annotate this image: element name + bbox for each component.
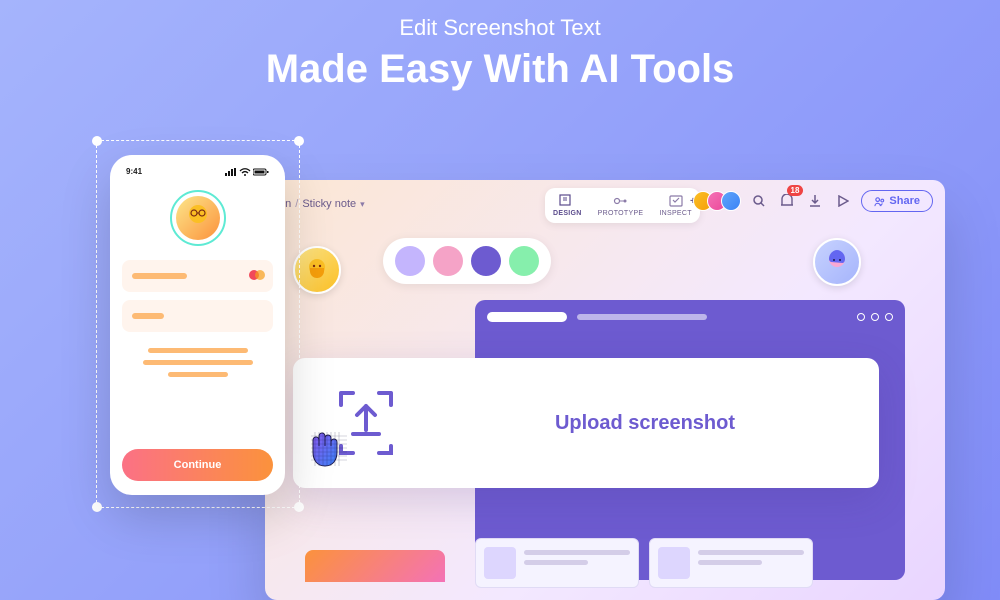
breadcrumb[interactable]: on / Sticky note ▾ [279,198,365,210]
user-avatar-purple[interactable] [813,238,861,286]
card-thumbnail [484,547,516,579]
download-icon[interactable] [805,191,825,211]
upload-arrow-icon [353,406,379,434]
phone-status-bar: 9:41 [122,165,273,184]
color-swatch[interactable] [509,246,539,276]
phone-time: 9:41 [126,167,142,176]
upload-screenshot-card[interactable]: Upload screenshot [293,358,879,488]
phone-status-icons [225,168,269,176]
input-field[interactable] [122,300,273,332]
bottom-card-row [475,538,813,588]
play-icon[interactable] [833,191,853,211]
description-placeholder [122,348,273,377]
window-dot [871,313,879,321]
signal-icon [225,168,237,176]
canvas-body[interactable]: Upload screenshot [265,228,945,600]
share-button[interactable]: Share [861,190,933,212]
hero-subtitle: Edit Screenshot Text [0,15,1000,41]
search-icon[interactable] [749,191,769,211]
orange-card[interactable] [305,550,445,582]
upload-label: Upload screenshot [439,412,851,435]
user-avatar-yellow[interactable] [293,246,341,294]
inspect-icon [668,194,684,208]
phone-mockup[interactable]: 9:41 Continue [110,155,285,495]
chevron-down-icon: ▾ [360,199,365,210]
mode-switcher: DESIGN PROTOTYPE INSPECT [545,188,700,223]
title-placeholder [487,312,567,322]
profile-avatar [176,196,220,240]
artboard-titlebar [487,312,893,322]
color-palette [383,238,551,284]
battery-icon [253,168,269,176]
card-number-field[interactable] [122,260,273,292]
resize-handle[interactable] [294,136,304,146]
topbar-actions: +4 Share [690,190,933,212]
list-item[interactable] [649,538,813,588]
window-controls [857,313,893,321]
color-swatch[interactable] [433,246,463,276]
resize-handle[interactable] [92,502,102,512]
cursor-hand-icon [307,428,351,468]
hero: Edit Screenshot Text Made Easy With AI T… [0,0,1000,92]
breadcrumb-separator: / [295,198,298,210]
window-dot [885,313,893,321]
color-swatch[interactable] [471,246,501,276]
design-icon [559,194,575,208]
mode-prototype[interactable]: PROTOTYPE [598,194,644,217]
subtitle-placeholder [577,314,707,320]
card-text-placeholder [524,547,630,579]
continue-button[interactable]: Continue [122,449,273,481]
card-text-placeholder [698,547,804,579]
collaborator-avatars[interactable]: +4 [690,191,741,211]
resize-handle[interactable] [92,136,102,146]
wifi-icon [239,168,251,176]
card-thumbnail [658,547,690,579]
hero-title: Made Easy With AI Tools [0,47,1000,92]
canvas-topbar: on / Sticky note ▾ DESIGN PROTOTYPE [265,180,945,228]
window-dot [857,313,865,321]
upload-icon-group [321,378,411,468]
profile-avatar-ring[interactable] [170,190,226,246]
notification-icon[interactable] [777,191,797,211]
mode-design[interactable]: DESIGN [553,194,582,217]
mode-inspect[interactable]: INSPECT [659,194,691,217]
people-icon [874,196,885,207]
design-canvas-window: on / Sticky note ▾ DESIGN PROTOTYPE [265,180,945,600]
collaborator-avatar [721,191,741,211]
list-item[interactable] [475,538,639,588]
prototype-icon [613,194,629,208]
mastercard-icon [249,270,265,280]
color-swatch[interactable] [395,246,425,276]
breadcrumb-current: Sticky note [302,198,356,210]
